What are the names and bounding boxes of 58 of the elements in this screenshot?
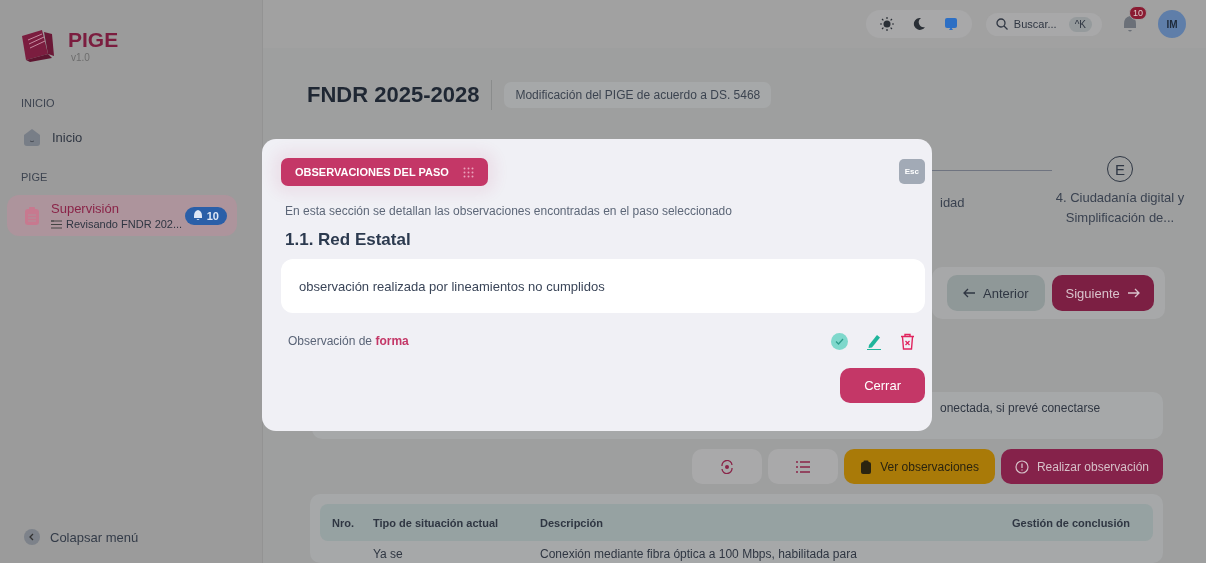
collapse-menu-button[interactable]: Colapsar menú	[24, 529, 246, 545]
grip-icon[interactable]	[462, 166, 474, 178]
search-field[interactable]: Buscar... ^K	[985, 12, 1102, 36]
check-circle-icon[interactable]	[831, 332, 848, 350]
item-label: Supervisión	[51, 201, 120, 216]
search-icon	[995, 18, 1008, 30]
clipboard-icon	[860, 459, 873, 474]
refresh-icon	[720, 459, 735, 474]
pencil-icon[interactable]	[866, 332, 882, 350]
chevron-left-icon	[24, 529, 40, 545]
trash-icon[interactable]	[900, 332, 915, 350]
list-icon	[796, 460, 811, 473]
moon-icon[interactable]	[911, 17, 926, 31]
next-button[interactable]: Siguiente	[1051, 275, 1154, 311]
item-subtitle: Revisando FNDR 202...	[66, 218, 183, 230]
observation-text: observación realizada por lineamientos no cumplidos	[281, 259, 925, 313]
notification-count: 10	[1129, 6, 1147, 20]
shortcut-hint: ^K	[1068, 16, 1092, 32]
notification-badge: 10	[184, 206, 227, 225]
clipboard-icon	[23, 205, 41, 226]
list-icon	[51, 219, 62, 229]
step-title: 1.1. Red Estatal	[285, 230, 412, 250]
sidebar-item[interactable]: Supervisión Revisando FNDR 202... 10	[7, 195, 237, 236]
section-heading: INICIO	[21, 97, 56, 109]
view-observations-button[interactable]: Ver observaciones	[844, 449, 995, 484]
column-header: Nro.	[332, 516, 355, 529]
table-cell-text: Ya se	[373, 547, 404, 561]
column-header: Descripción	[540, 516, 604, 529]
item-label: Inicio	[52, 129, 84, 145]
table-cell-text: Conexión mediante fibra óptica a 100 Mbps, habilitada para	[540, 547, 858, 561]
bell-icon	[192, 210, 203, 221]
bell-icon[interactable]	[1122, 15, 1138, 33]
plan-tag: Modificación del PIGE de acuerdo a DS. 5468	[504, 82, 772, 108]
step-label: 4. Ciudadanía digital y Simplificación de...	[1054, 189, 1186, 227]
section-heading: PIGE	[21, 171, 49, 183]
step-label: idad	[940, 195, 966, 210]
modal-title: OBSERVACIONES DEL PASO	[281, 158, 488, 186]
user-avatar[interactable]: IM	[1158, 10, 1186, 38]
list-button[interactable]	[768, 449, 839, 484]
page-title: FNDR 2025-2028	[307, 82, 480, 108]
arrow-right-icon	[1127, 288, 1140, 298]
close-key-button[interactable]: Esc	[898, 159, 925, 184]
app-name: PIGE	[68, 28, 119, 52]
column-header: Tipo de situación actual	[373, 516, 500, 529]
home-icon	[22, 127, 42, 147]
refresh-button[interactable]	[692, 449, 763, 484]
previous-button[interactable]: Anterior	[947, 275, 1045, 311]
sun-icon[interactable]	[879, 17, 894, 31]
close-button[interactable]: Cerrar	[840, 368, 925, 403]
modal-description: En esta sección se detallan las observaciones encontradas en el paso seleccionado	[285, 204, 733, 218]
sidebar-item[interactable]: Inicio	[18, 121, 246, 153]
monitor-icon[interactable]	[943, 17, 958, 31]
column-header: Gestión de conclusión	[1012, 516, 1131, 529]
make-observation-button[interactable]: Realizar observación	[1000, 449, 1163, 484]
step-description: onectada, si prevé conectarse	[940, 401, 1101, 415]
arrow-left-icon	[963, 288, 975, 298]
alert-circle-icon	[1014, 459, 1029, 474]
observation-type: Observación de forma	[288, 334, 409, 348]
